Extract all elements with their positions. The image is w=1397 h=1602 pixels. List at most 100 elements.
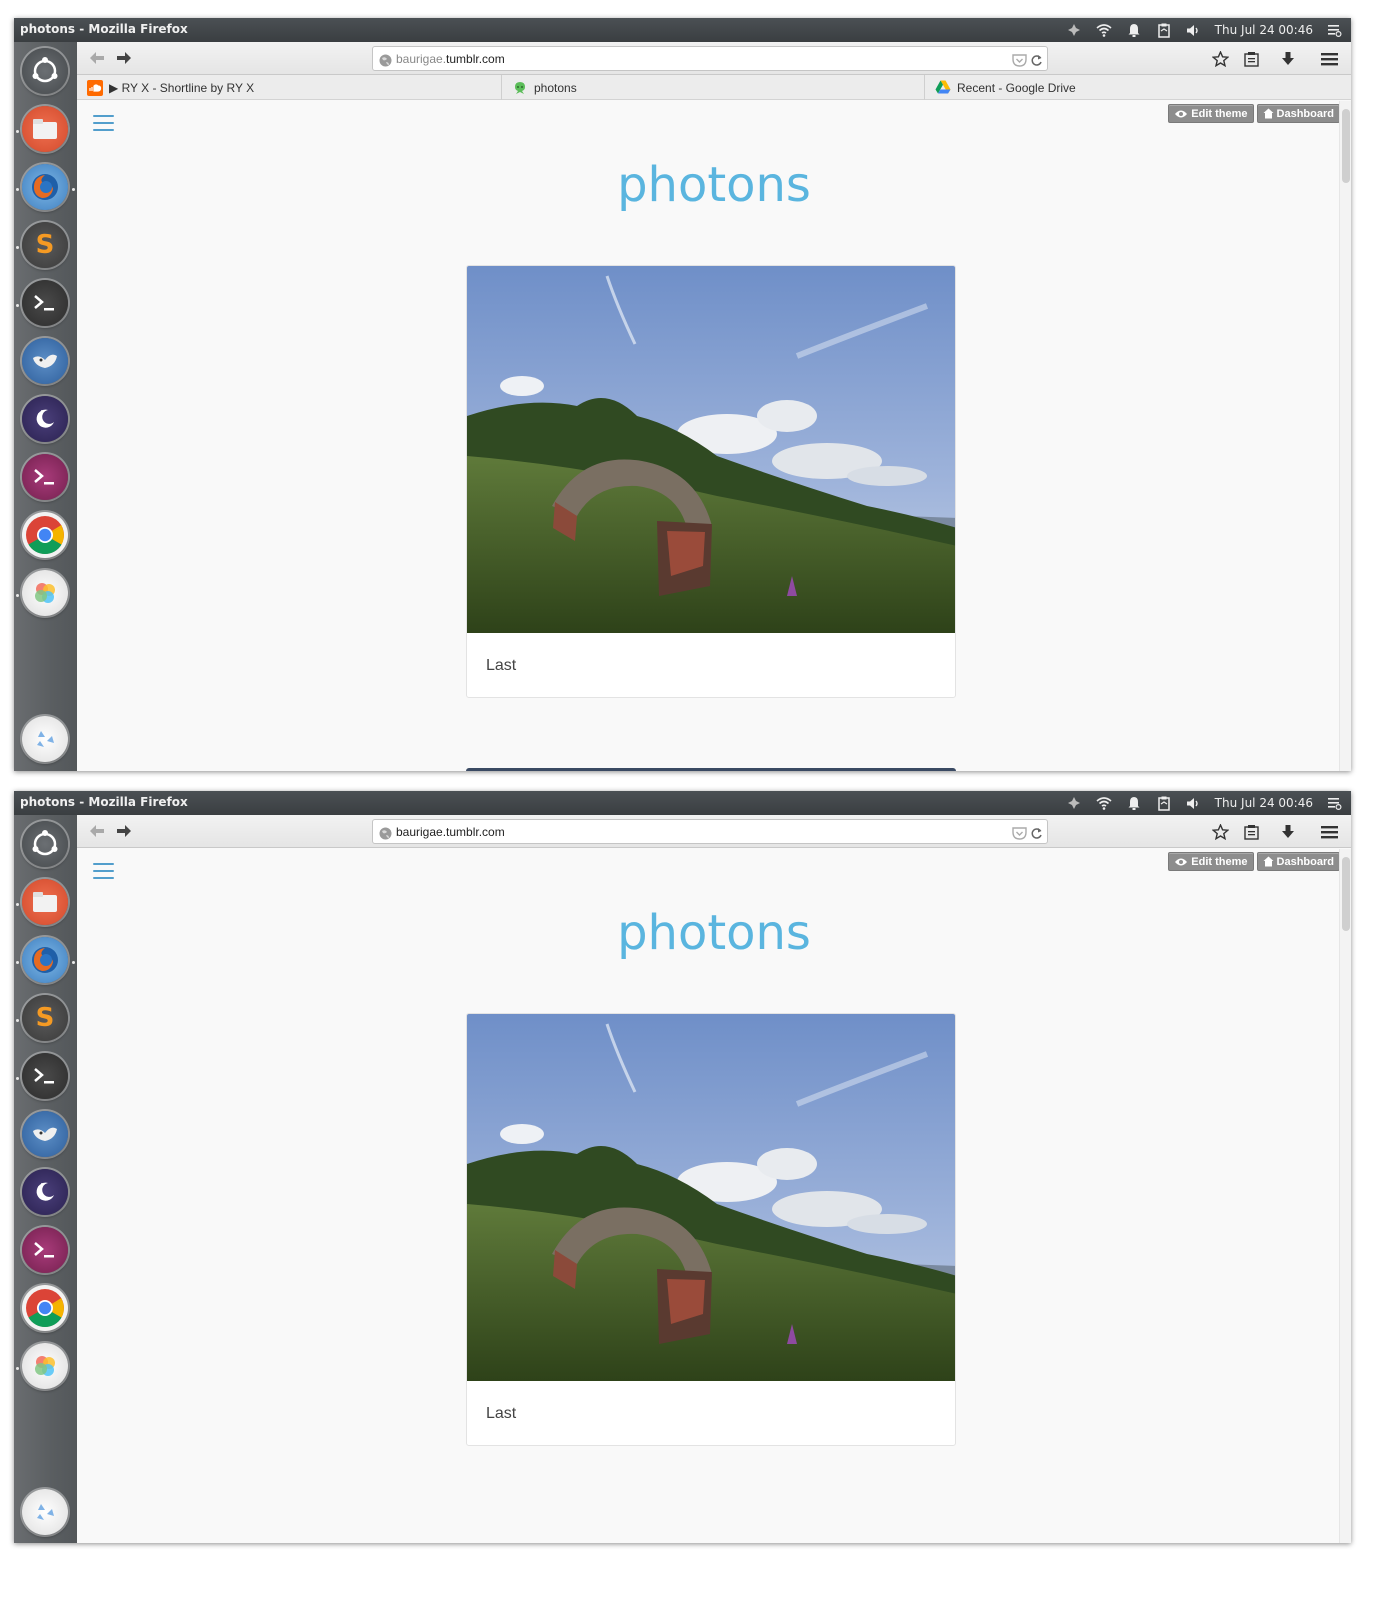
volume-icon[interactable] [1185,794,1203,812]
clock[interactable]: Thu Jul 24 00:46 [1215,796,1313,810]
notification-bell-icon[interactable] [1125,794,1143,812]
photo-post: Last [466,265,956,698]
sync-icon[interactable] [1065,21,1083,39]
url-bar[interactable]: baurigae.tumblr.com [372,46,1048,71]
bookmarks-menu-icon[interactable] [1241,49,1261,69]
url-text: baurigae.tumblr.com [396,52,505,66]
reload-icon[interactable] [1030,825,1043,844]
google-drive-icon [935,80,951,96]
clock[interactable]: Thu Jul 24 00:46 [1215,23,1313,37]
globe-icon [379,825,392,844]
indicator-area: Thu Jul 24 00:46 [1065,791,1343,815]
gimp-icon[interactable] [22,338,68,384]
pocket-icon[interactable] [1012,825,1027,844]
files-icon[interactable] [22,879,68,925]
tumblr-alien-icon [512,80,528,96]
eye-icon [1175,858,1188,865]
url-bar[interactable]: baurigae.tumblr.com [372,819,1048,844]
tab-label: photons [534,80,577,95]
downloads-icon[interactable] [1278,822,1298,842]
blog-title[interactable]: photons [77,157,1351,213]
chrome-icon[interactable] [22,1285,68,1331]
night-theme-icon[interactable] [22,1169,68,1215]
notification-bell-icon[interactable] [1125,21,1143,39]
session-menu-icon[interactable] [1325,21,1343,39]
edit-theme-button[interactable]: Edit theme [1168,104,1254,123]
navigation-toolbar: baurigae.tumblr.com [77,42,1351,75]
ubuntu-terminal-icon[interactable] [22,454,68,500]
tab-google-drive[interactable]: Recent - Google Drive [925,75,1351,100]
navigation-toolbar: baurigae.tumblr.com [77,815,1351,848]
terminal-icon[interactable] [22,280,68,326]
bookmark-star-icon[interactable] [1210,49,1230,69]
sublime-text-icon[interactable]: S [22,222,68,268]
bookmarks-menu-icon[interactable] [1241,822,1261,842]
window-title: photons - Mozilla Firefox [20,795,188,809]
post-caption: Last [486,657,517,674]
sync-icon[interactable] [1065,794,1083,812]
globe-icon [379,52,392,71]
post-photo[interactable] [467,266,956,633]
scrollbar-thumb[interactable] [1342,857,1350,931]
files-icon[interactable] [22,106,68,152]
blog-title[interactable]: photons [77,905,1351,961]
night-theme-icon[interactable] [22,396,68,442]
wifi-icon[interactable] [1095,21,1113,39]
dash-icon[interactable] [22,821,68,867]
next-post-edge [466,768,956,771]
screenshot-without-tabs: photons - Mozilla Firefox Thu Jul 24 00:… [14,791,1351,1543]
downloads-icon[interactable] [1278,49,1298,69]
hamburger-menu-button[interactable] [93,113,114,131]
dashboard-button[interactable]: Dashboard [1256,852,1340,871]
chrome-icon[interactable] [22,512,68,558]
back-button[interactable] [87,48,107,68]
sublime-text-icon[interactable]: S [22,995,68,1041]
menu-icon[interactable] [1319,822,1339,842]
clipboard-icon[interactable] [1155,794,1173,812]
reload-icon[interactable] [1030,52,1043,71]
firefox-icon[interactable] [22,164,68,210]
photos-icon[interactable] [22,1343,68,1389]
photos-icon[interactable] [22,570,68,616]
forward-button[interactable] [114,821,134,841]
vertical-scrollbar[interactable] [1339,101,1351,771]
trash-icon[interactable] [22,1489,68,1535]
indicator-area: Thu Jul 24 00:46 [1065,18,1343,42]
hamburger-menu-button[interactable] [93,861,114,879]
post-caption: Last [486,1405,517,1422]
tab-label: ▶ RY X - Shortline by RY X [109,80,255,95]
pocket-icon[interactable] [1012,52,1027,71]
webpage-content: Edit theme Dashboard photons Last [77,101,1351,771]
forward-button[interactable] [114,48,134,68]
screenshot-with-tabs: photons - Mozilla Firefox Thu Jul 24 00:… [14,18,1351,771]
bookmark-star-icon[interactable] [1210,822,1230,842]
back-button[interactable] [87,821,107,841]
trash-icon[interactable] [22,716,68,762]
dashboard-button[interactable]: Dashboard [1256,104,1340,123]
firefox-icon[interactable] [22,937,68,983]
terminal-icon[interactable] [22,1053,68,1099]
tab-label: Recent - Google Drive [957,80,1076,95]
eye-icon [1175,110,1188,117]
vertical-scrollbar[interactable] [1339,849,1351,1543]
unity-launcher: S [14,815,77,1543]
wifi-icon[interactable] [1095,794,1113,812]
gimp-icon[interactable] [22,1111,68,1157]
home-icon [1263,108,1274,119]
tab-photons[interactable]: photons [502,75,925,100]
scrollbar-thumb[interactable] [1342,109,1350,183]
post-photo[interactable] [467,1014,956,1381]
tab-soundcloud[interactable]: ▶ RY X - Shortline by RY X [77,75,502,100]
edit-theme-button[interactable]: Edit theme [1168,852,1254,871]
tab-strip: ▶ RY X - Shortline by RY X photons Recen… [77,75,1351,100]
photo-post: Last [466,1013,956,1446]
session-menu-icon[interactable] [1325,794,1343,812]
ubuntu-terminal-icon[interactable] [22,1227,68,1273]
dash-icon[interactable] [22,48,68,94]
clipboard-icon[interactable] [1155,21,1173,39]
top-panel: photons - Mozilla Firefox Thu Jul 24 00:… [14,791,1351,815]
menu-icon[interactable] [1319,49,1339,69]
volume-icon[interactable] [1185,21,1203,39]
tumblr-controls: Edit theme Dashboard [1168,852,1340,871]
url-text: baurigae.tumblr.com [396,825,505,839]
